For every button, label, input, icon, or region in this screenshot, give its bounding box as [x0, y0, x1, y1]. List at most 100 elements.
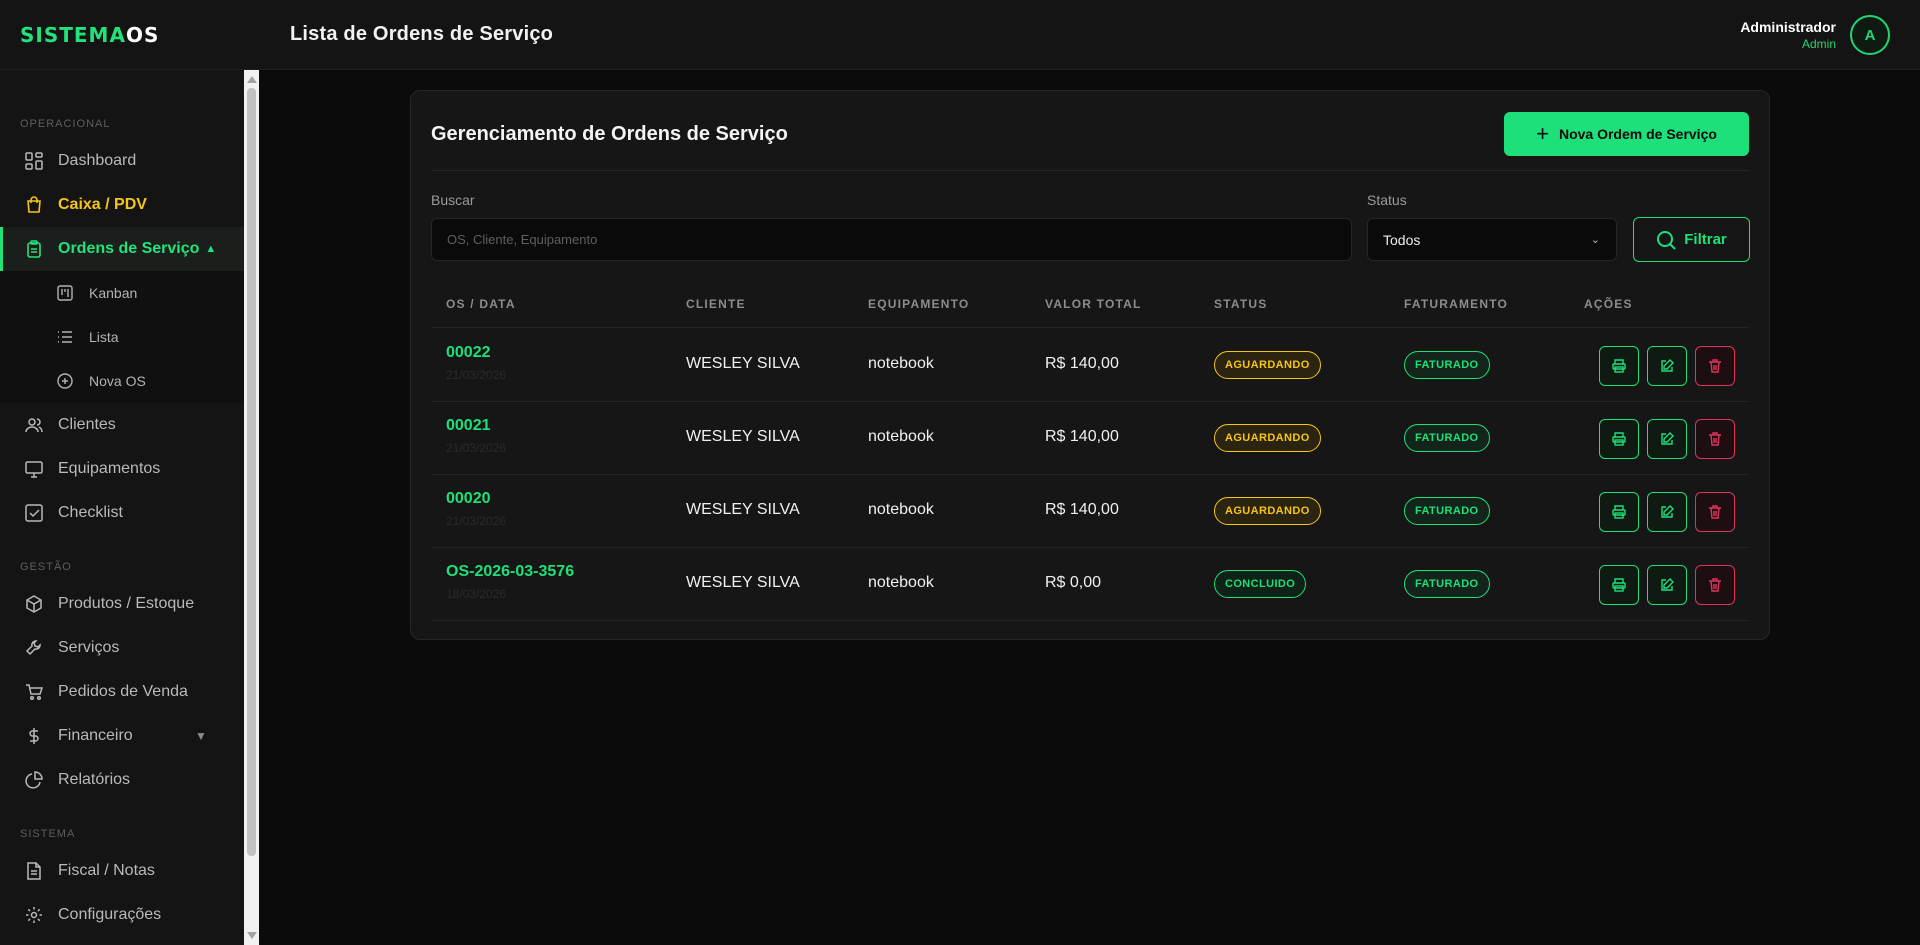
- clipboard-icon: [24, 239, 44, 259]
- th-valor: VALOR TOTAL: [1045, 297, 1142, 311]
- sidebar-item-relatorios[interactable]: Relatórios: [0, 758, 244, 802]
- th-equipamento: EQUIPAMENTO: [868, 297, 970, 311]
- print-button[interactable]: [1599, 419, 1639, 459]
- th-status: STATUS: [1214, 297, 1268, 311]
- sidebar-item-checklist[interactable]: Checklist: [0, 491, 244, 535]
- edit-button[interactable]: [1647, 419, 1687, 459]
- os-number-link[interactable]: 00020: [446, 490, 491, 508]
- sidebar-item-label: Financeiro: [58, 727, 133, 744]
- th-acoes: AÇÕES: [1584, 297, 1633, 311]
- search-label: Buscar: [431, 192, 475, 208]
- cell-valor: R$ 140,00: [1045, 501, 1119, 518]
- sidebar-item-produtos[interactable]: Produtos / Estoque: [0, 582, 244, 626]
- search-icon: [1656, 230, 1676, 250]
- edit-button[interactable]: [1647, 346, 1687, 386]
- status-select[interactable]: Todos ⌄: [1367, 218, 1617, 261]
- edit-button[interactable]: [1647, 565, 1687, 605]
- edit-icon: [1661, 432, 1674, 445]
- section-gestao: GESTÃO: [20, 561, 72, 573]
- filter-button-label: Filtrar: [1684, 231, 1727, 248]
- scroll-thumb[interactable]: [247, 88, 256, 856]
- trash-icon: [1709, 505, 1721, 519]
- delete-button[interactable]: [1695, 419, 1735, 459]
- sidebar-item-label: Dashboard: [58, 152, 137, 169]
- checkbox-icon: [24, 503, 44, 523]
- print-button[interactable]: [1599, 346, 1639, 386]
- logo[interactable]: SISTEMA OS: [0, 23, 260, 47]
- edit-button[interactable]: [1647, 492, 1687, 532]
- sidebar-item-clientes[interactable]: Clientes: [0, 403, 244, 447]
- billing-badge: FATURADO: [1404, 351, 1490, 379]
- logo-part1: SISTEMA: [20, 22, 126, 47]
- sidebar-item-dashboard[interactable]: Dashboard: [0, 139, 244, 183]
- scroll-down-arrow[interactable]: [247, 932, 257, 939]
- sidebar-subitem-lista[interactable]: Lista: [0, 315, 244, 359]
- os-date: 21/03/2026: [446, 441, 507, 455]
- shopping-bag-icon: [24, 195, 44, 215]
- delete-button[interactable]: [1695, 492, 1735, 532]
- dashboard-icon: [24, 151, 44, 171]
- table-row: 00021 21/03/2026 WESLEY SILVA notebook R…: [411, 401, 1771, 474]
- kanban-icon: [55, 283, 75, 303]
- new-order-button[interactable]: + Nova Ordem de Serviço: [1504, 112, 1749, 156]
- sidebar-item-pedidos[interactable]: Pedidos de Venda: [0, 670, 244, 714]
- sidebar-item-label: Caixa / PDV: [58, 196, 147, 213]
- monitor-icon: [24, 459, 44, 479]
- divider: [431, 170, 1749, 171]
- section-sistema: SISTEMA: [20, 828, 76, 840]
- search-input[interactable]: [431, 218, 1352, 261]
- sidebar-item-configuracoes[interactable]: Configurações: [0, 893, 244, 937]
- delete-button[interactable]: [1695, 565, 1735, 605]
- dollar-icon: [24, 726, 44, 746]
- table-row: 00022 21/03/2026 WESLEY SILVA notebook R…: [411, 328, 1771, 401]
- th-faturamento: FATURAMENTO: [1404, 297, 1509, 311]
- cell-cliente: WESLEY SILVA: [686, 428, 800, 445]
- cell-equipamento: notebook: [868, 428, 934, 445]
- th-os: OS / DATA: [446, 297, 516, 311]
- section-operacional: OPERACIONAL: [20, 118, 111, 130]
- sidebar-item-equipamentos[interactable]: Equipamentos: [0, 447, 244, 491]
- sidebar-scrollbar[interactable]: [244, 70, 259, 945]
- printer-icon: [1612, 505, 1626, 519]
- edit-icon: [1661, 578, 1674, 591]
- sidebar-subitem-nova-os[interactable]: Nova OS: [0, 359, 244, 403]
- os-date: 21/03/2026: [446, 514, 507, 528]
- sidebar-item-label: Serviços: [58, 639, 120, 656]
- os-number-link[interactable]: OS-2026-03-3576: [446, 563, 574, 581]
- wrench-icon: [24, 638, 44, 658]
- filter-button[interactable]: Filtrar: [1633, 217, 1750, 262]
- os-date: 18/03/2026: [446, 587, 507, 601]
- scroll-up-arrow[interactable]: [247, 76, 257, 83]
- billing-badge: FATURADO: [1404, 424, 1490, 452]
- user-menu[interactable]: Administrador Admin A: [1740, 15, 1890, 55]
- user-role: Admin: [1801, 37, 1836, 51]
- sidebar-item-label: Clientes: [58, 416, 116, 433]
- sidebar-item-caixa[interactable]: Caixa / PDV: [0, 183, 244, 227]
- sidebar-item-servicos[interactable]: Serviços: [0, 626, 244, 670]
- avatar[interactable]: A: [1850, 15, 1890, 55]
- os-number-link[interactable]: 00022: [446, 344, 491, 362]
- box-icon: [24, 594, 44, 614]
- sidebar-item-ordens[interactable]: Ordens de Serviço ▲: [0, 227, 244, 271]
- pie-chart-icon: [24, 770, 44, 790]
- chevron-down-icon: ⌄: [1590, 234, 1600, 246]
- print-button[interactable]: [1599, 565, 1639, 605]
- sidebar-subitem-kanban[interactable]: Kanban: [0, 271, 244, 315]
- file-text-icon: [24, 861, 44, 881]
- sidebar-item-fiscal[interactable]: Fiscal / Notas: [0, 849, 244, 893]
- cell-cliente: WESLEY SILVA: [686, 574, 800, 591]
- os-number-link[interactable]: 00021: [446, 417, 491, 435]
- cell-equipamento: notebook: [868, 501, 934, 518]
- status-badge: AGUARDANDO: [1214, 497, 1321, 525]
- delete-button[interactable]: [1695, 346, 1735, 386]
- printer-icon: [1612, 432, 1626, 446]
- cell-valor: R$ 0,00: [1045, 574, 1102, 591]
- status-badge: AGUARDANDO: [1214, 351, 1321, 379]
- cell-cliente: WESLEY SILVA: [686, 355, 800, 372]
- os-date: 21/03/2026: [446, 368, 507, 382]
- sidebar-item-label: Checklist: [58, 504, 123, 521]
- sidebar-item-financeiro[interactable]: Financeiro ▼: [0, 714, 244, 758]
- print-button[interactable]: [1599, 492, 1639, 532]
- gear-icon: [24, 905, 44, 925]
- edit-icon: [1661, 505, 1674, 518]
